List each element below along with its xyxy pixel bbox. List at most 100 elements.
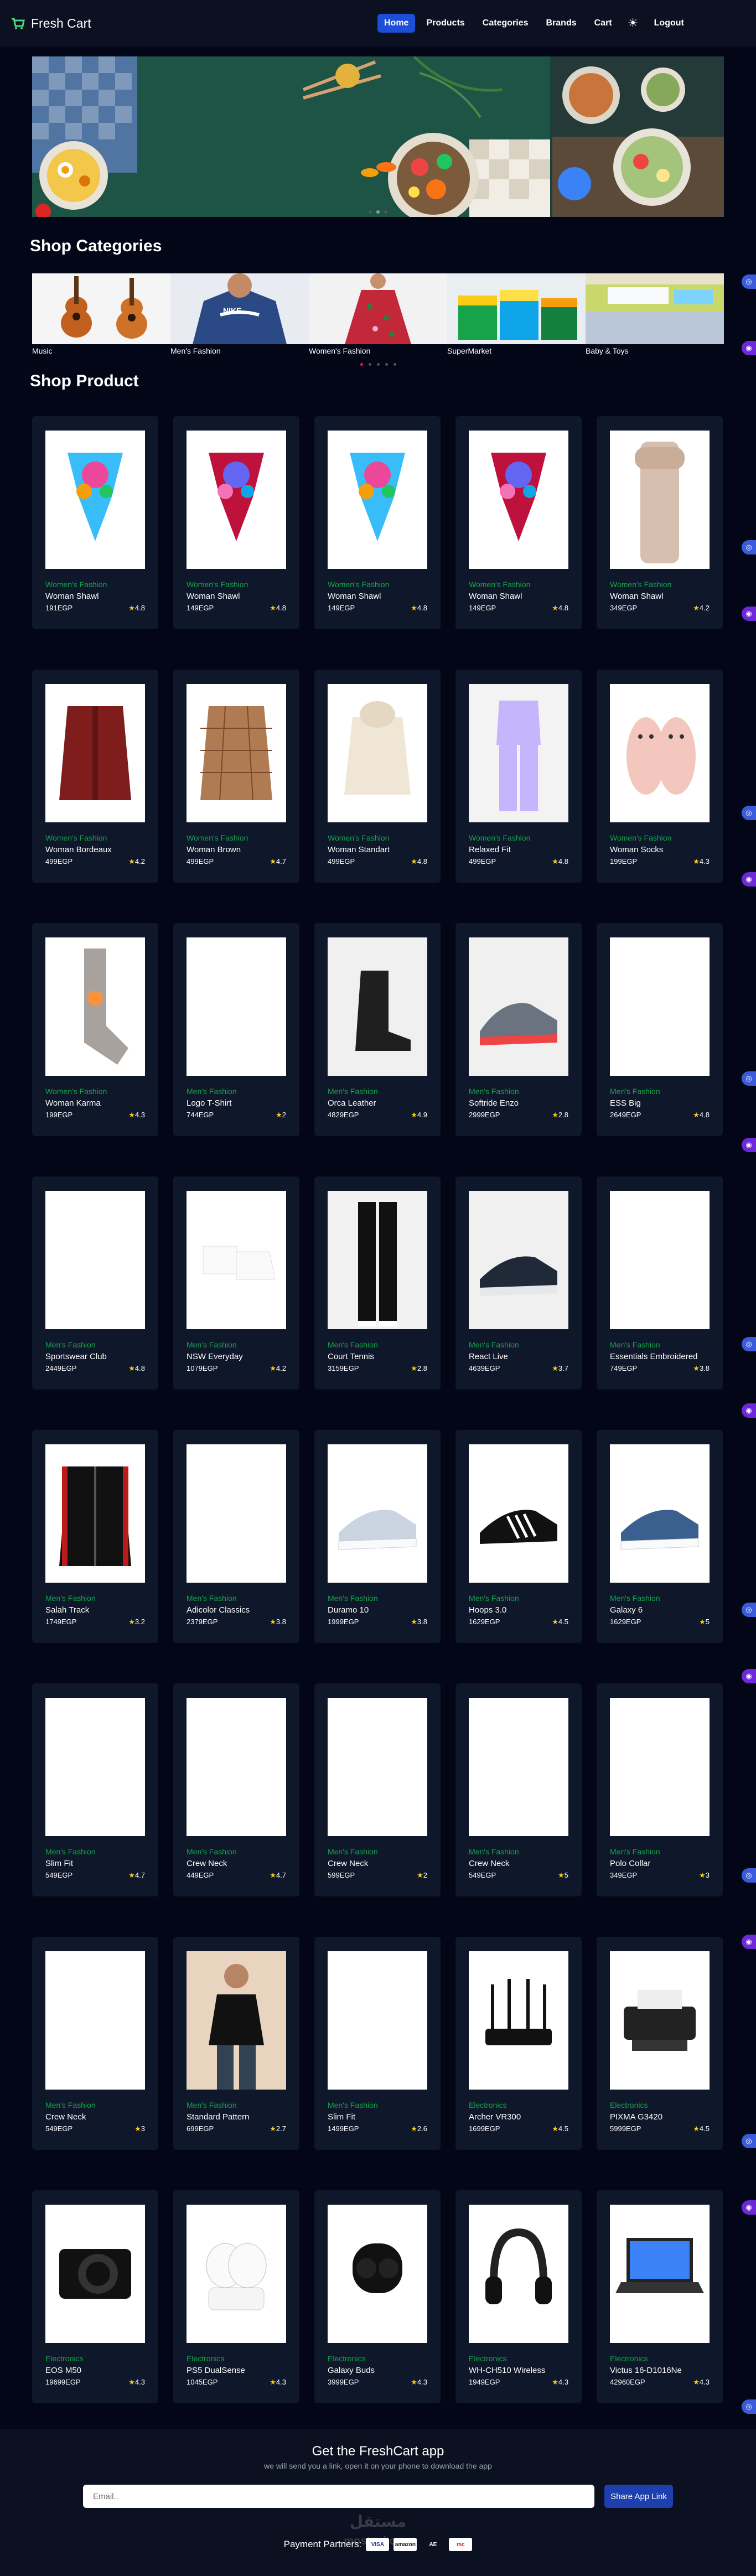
product-rating: ★3.2 — [128, 1618, 145, 1626]
product-card[interactable]: Women's Fashion Woman Shawl 149EGP ★4.8 — [455, 416, 582, 629]
product-card[interactable]: Men's Fashion Slim Fit 549EGP ★4.7 — [32, 1683, 158, 1896]
category-item-music[interactable]: Music — [32, 273, 170, 357]
product-card[interactable]: Men's Fashion Crew Neck 549EGP ★3 — [32, 1937, 158, 2150]
side-widget-icon[interactable]: ◉ — [742, 2200, 756, 2215]
product-card[interactable]: Men's Fashion Polo Collar 349EGP ★3 — [597, 1683, 723, 1896]
product-card[interactable]: Men's Fashion Salah Track 1749EGP ★3.2 — [32, 1430, 158, 1643]
side-widget-icon[interactable]: ◉ — [742, 607, 756, 621]
category-dot[interactable] — [376, 363, 380, 366]
product-card[interactable]: Women's Fashion Woman Socks 199EGP ★4.3 — [597, 670, 723, 883]
product-card[interactable]: Men's Fashion Crew Neck 449EGP ★4.7 — [173, 1683, 299, 1896]
star-icon: ★ — [693, 604, 700, 612]
nav-home[interactable]: Home — [377, 14, 416, 33]
product-meta: 349EGP ★3 — [610, 1871, 710, 1880]
product-card[interactable]: Electronics EOS M50 19699EGP ★4.3 — [32, 2190, 158, 2403]
product-card[interactable]: Men's Fashion Hoops 3.0 1629EGP ★4.5 — [455, 1430, 582, 1643]
product-card[interactable]: Electronics PS5 DualSense 1045EGP ★4.3 — [173, 2190, 299, 2403]
footer: Get the FreshCart app we will send you a… — [0, 2429, 756, 2576]
product-rating: ★3.8 — [411, 1618, 427, 1626]
category-item-baby-toys[interactable]: Baby & Toys — [586, 273, 724, 357]
product-card[interactable]: Men's Fashion Standard Pattern 699EGP ★2.7 — [173, 1937, 299, 2150]
category-item-womens-fashion[interactable]: Women's Fashion — [309, 273, 447, 357]
nav-brands[interactable]: Brands — [540, 14, 583, 33]
product-rating-value: 4.3 — [699, 2378, 710, 2386]
side-chat-icon[interactable]: ◎ — [742, 1868, 756, 1883]
side-widget-icon[interactable]: ◉ — [742, 1669, 756, 1683]
product-title: Galaxy Buds — [328, 2366, 375, 2375]
nav-cart[interactable]: Cart — [588, 14, 619, 33]
hero-dot[interactable] — [384, 210, 387, 214]
product-card[interactable]: Men's Fashion Sportswear Club 2449EGP ★4.8 — [32, 1176, 158, 1390]
product-title: Woman Shawl — [45, 592, 99, 601]
side-chat-icon[interactable]: ◎ — [742, 1071, 756, 1086]
product-card[interactable]: Men's Fashion Galaxy 6 1629EGP ★5 — [597, 1430, 723, 1643]
nav-products[interactable]: Products — [420, 14, 471, 33]
product-rating: ★4.8 — [128, 1364, 145, 1373]
product-card[interactable]: Women's Fashion Woman Karma 199EGP ★4.3 — [32, 923, 158, 1136]
side-widget-icon[interactable]: ◉ — [742, 1138, 756, 1152]
product-card[interactable]: JACK&JONES Men's Fashion Logo T-Shirt 744EG… — [173, 923, 299, 1136]
product-category: Men's Fashion — [610, 1340, 660, 1349]
product-title: Woman Bordeaux — [45, 845, 112, 854]
product-card[interactable]: Electronics Galaxy Buds 3999EGP ★4.3 — [314, 2190, 441, 2403]
product-card[interactable]: adidas Men's Fashion Essentials Embroidere… — [597, 1176, 723, 1390]
product-rating-value: 2 — [282, 1111, 286, 1119]
product-card[interactable]: Men's Fashion Adicolor Classics 2379EGP ★3.… — [173, 1430, 299, 1643]
side-chat-icon[interactable]: ◎ — [742, 806, 756, 820]
product-meta: 1699EGP ★4.5 — [469, 2124, 568, 2133]
product-image — [187, 684, 286, 822]
email-input[interactable] — [83, 2485, 594, 2508]
product-title: Orca Leather — [328, 1098, 376, 1108]
product-image — [610, 1444, 710, 1583]
side-chat-icon[interactable]: ◎ — [742, 540, 756, 554]
product-rating: ★2 — [276, 1111, 286, 1119]
hero-dot[interactable] — [369, 210, 372, 214]
side-chat-icon[interactable]: ◎ — [742, 1337, 756, 1351]
product-card[interactable]: Women's Fashion Woman Brown 499EGP ★4.7 — [173, 670, 299, 883]
product-card[interactable]: Electronics WH-CH510 Wireless 1949EGP ★4.3 — [455, 2190, 582, 2403]
sun-icon[interactable]: ☀ — [623, 13, 643, 33]
product-card[interactable]: Men's Fashion NSW Everyday 1079EGP ★4.2 — [173, 1176, 299, 1390]
product-card[interactable]: Women's Fashion Woman Shawl 349EGP ★4.2 — [597, 416, 723, 629]
product-card[interactable]: Women's Fashion Woman Shawl 149EGP ★4.8 — [314, 416, 441, 629]
product-card[interactable]: Electronics Victus 16-D1016Ne 42960EGP ★4.3 — [597, 2190, 723, 2403]
product-card[interactable]: Men's Fashion Crew Neck 549EGP ★5 — [455, 1683, 582, 1896]
product-card[interactable]: Men's Fashion React Live 4639EGP ★3.7 — [455, 1176, 582, 1390]
category-dot[interactable] — [393, 363, 396, 366]
product-title: Sportswear Club — [45, 1352, 107, 1361]
category-item-mens-fashion[interactable]: NIKE Men's Fashion — [170, 273, 309, 357]
product-card[interactable]: Women's Fashion Woman Bordeaux 499EGP ★4.2 — [32, 670, 158, 883]
product-card[interactable]: Women's Fashion Woman Shawl 149EGP ★4.8 — [173, 416, 299, 629]
share-app-link-button[interactable]: Share App Link — [604, 2485, 673, 2508]
side-widget-icon[interactable]: ◉ — [742, 1403, 756, 1418]
product-card[interactable]: Men's Fashion Softride Enzo 2999EGP ★2.8 — [455, 923, 582, 1136]
hero-dot-active[interactable] — [376, 210, 380, 214]
side-widget-icon[interactable]: ◉ — [742, 872, 756, 887]
category-dot-active[interactable] — [360, 363, 363, 366]
category-dot[interactable] — [368, 363, 371, 366]
category-item-supermarket[interactable]: SuperMarket — [447, 273, 586, 357]
side-widget-icon[interactable]: ◉ — [742, 341, 756, 355]
category-dot[interactable] — [385, 363, 388, 366]
brand[interactable]: Fresh Cart — [10, 15, 91, 31]
product-card[interactable]: Men's Fashion Duramo 10 1999EGP ★3.8 — [314, 1430, 441, 1643]
side-widget-icon[interactable]: ◉ — [742, 1935, 756, 1949]
product-card[interactable]: Women's Fashion Woman Standart 499EGP ★4.8 — [314, 670, 441, 883]
nav-categories[interactable]: Categories — [476, 14, 535, 33]
hero-slider[interactable] — [32, 56, 724, 217]
product-card[interactable]: Men's Fashion Orca Leather 4829EGP ★4.9 — [314, 923, 441, 1136]
product-card[interactable]: PUMA Men's Fashion ESS Big 2649EGP ★4.8 — [597, 923, 723, 1136]
side-chat-icon[interactable]: ◎ — [742, 2134, 756, 2148]
product-card[interactable]: Women's Fashion Relaxed Fit 499EGP ★4.8 — [455, 670, 582, 883]
product-card[interactable]: Men's Fashion Crew Neck 599EGP ★2 — [314, 1683, 441, 1896]
side-chat-icon[interactable]: ◎ — [742, 274, 756, 289]
side-chat-icon[interactable]: ◎ — [742, 2399, 756, 2414]
product-card[interactable]: Women's Fashion Woman Shawl 191EGP ★4.8 — [32, 416, 158, 629]
product-price: 5999EGP — [610, 2124, 641, 2133]
product-card[interactable]: Electronics Archer VR300 1699EGP ★4.5 — [455, 1937, 582, 2150]
nav-logout[interactable]: Logout — [648, 14, 691, 33]
side-chat-icon[interactable]: ◎ — [742, 1603, 756, 1617]
product-card[interactable]: Men's Fashion Court Tennis 3159EGP ★2.8 — [314, 1176, 441, 1390]
product-card[interactable]: Electronics PIXMA G3420 5999EGP ★4.5 — [597, 1937, 723, 2150]
product-card[interactable]: Men's Fashion Slim Fit 1499EGP ★2.6 — [314, 1937, 441, 2150]
